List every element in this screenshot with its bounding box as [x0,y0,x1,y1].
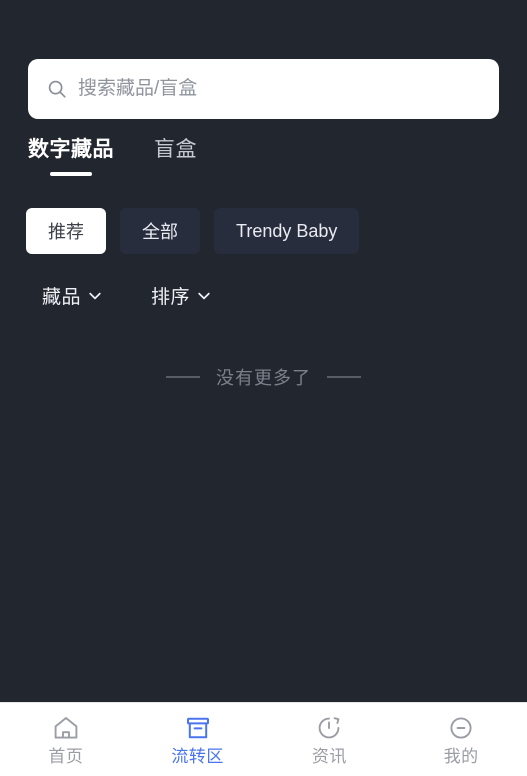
tab-label: 数字藏品 [28,138,114,161]
nav-item-marketplace[interactable]: 流转区 [132,703,264,776]
chip-recommended[interactable]: 推荐 [26,208,106,254]
nav-item-home[interactable]: 首页 [0,703,132,776]
empty-state-rule-right [327,376,361,378]
chevron-down-icon [89,292,101,299]
filter-label: 藏品 [42,287,82,308]
nav-item-news[interactable]: 资讯 [264,703,396,776]
tab-active-underline [50,172,92,176]
nav-label: 资讯 [311,746,347,766]
clock-refresh-icon [319,716,340,738]
bottom-nav: 首页 流转区 资讯 我的 [0,702,527,776]
filter-sort[interactable]: 排序 [151,282,212,309]
chip-row: 推荐 全部 Trendy Baby [26,208,373,254]
app-screen: 数字藏品 盲盒 推荐 全部 Trendy Baby 藏品 排序 [0,0,527,776]
minus-circle-icon [450,716,472,739]
chip-label: 全部 [142,222,178,242]
chip-label: 推荐 [48,222,84,242]
tab-blind-box[interactable]: 盲盒 [154,138,197,176]
search-input[interactable] [78,78,481,100]
filter-collection[interactable]: 藏品 [42,282,103,309]
nav-label: 首页 [48,746,84,766]
search-icon [48,80,66,98]
chip-trendy-baby[interactable]: Trendy Baby [214,208,360,254]
tab-digital-collection[interactable]: 数字藏品 [28,138,114,176]
chip-all[interactable]: 全部 [120,208,200,254]
filter-row: 藏品 排序 [42,282,260,309]
tab-label: 盲盒 [154,138,197,161]
nav-label: 流转区 [171,746,224,766]
filter-label: 排序 [151,287,191,308]
nav-label: 我的 [443,746,479,766]
nav-item-profile[interactable]: 我的 [395,703,527,776]
empty-state: 没有更多了 [0,364,527,390]
top-tabs: 数字藏品 盲盒 [28,138,237,176]
search-bar[interactable] [28,59,499,119]
archive-box-icon [186,717,209,738]
empty-state-rule-left [166,376,200,378]
home-icon [54,716,78,739]
chip-label: Trendy Baby [236,220,338,241]
empty-state-text: 没有更多了 [216,368,311,388]
chevron-down-icon [198,292,210,299]
